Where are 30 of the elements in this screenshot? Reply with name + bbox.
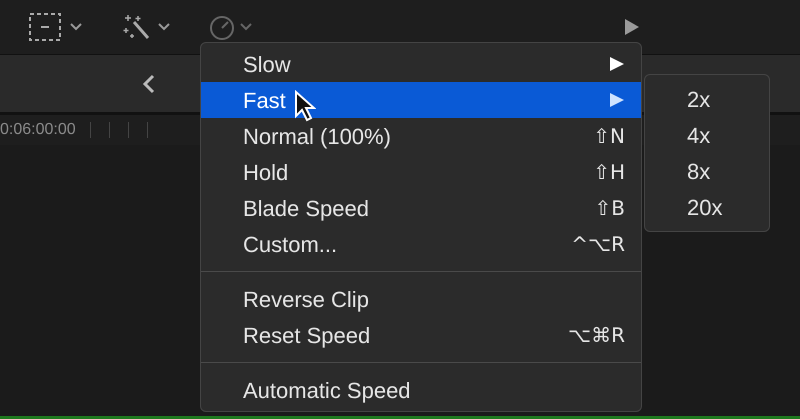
menu-item[interactable]: Blade Speed ⇧B xyxy=(201,190,641,226)
shortcut: ^⌥R xyxy=(571,231,625,258)
submenu-item[interactable]: 20x xyxy=(645,189,769,225)
frame-icon[interactable] xyxy=(28,12,62,42)
menu-item[interactable]: Fast xyxy=(201,82,641,118)
shortcut: ⇧H xyxy=(593,159,625,186)
back-chevron-icon[interactable] xyxy=(142,74,156,94)
submenu-item[interactable]: 8x xyxy=(645,153,769,189)
shortcut: ⇧N xyxy=(593,123,625,150)
magic-wand-icon[interactable] xyxy=(122,12,152,42)
mouse-cursor-icon xyxy=(294,90,316,122)
submenu-item[interactable]: 4x xyxy=(645,117,769,153)
speedometer-icon[interactable] xyxy=(208,14,236,40)
submenu-arrow-icon xyxy=(609,92,625,108)
menu-item[interactable]: Slow xyxy=(201,46,641,82)
menu-item[interactable]: Hold ⇧H xyxy=(201,154,641,190)
submenu-item[interactable]: 2x xyxy=(645,81,769,117)
menu-item[interactable]: Reset Speed ⌥⌘R xyxy=(201,317,641,353)
shortcut: ⇧B xyxy=(594,195,625,222)
play-icon[interactable] xyxy=(624,18,640,36)
menu-item[interactable]: Reverse Clip xyxy=(201,281,641,317)
chevron-down-icon xyxy=(70,23,82,31)
timecode: 0:06:00:00 xyxy=(0,120,76,140)
chevron-down-icon xyxy=(240,23,252,31)
shortcut: ⌥⌘R xyxy=(568,322,625,349)
submenu-arrow-icon xyxy=(609,56,625,72)
chevron-down-icon xyxy=(158,23,170,31)
menu-item[interactable]: Automatic Speed xyxy=(201,372,641,408)
menu-item[interactable]: Custom... ^⌥R xyxy=(201,226,641,262)
menu-item[interactable]: Normal (100%) ⇧N xyxy=(201,118,641,154)
